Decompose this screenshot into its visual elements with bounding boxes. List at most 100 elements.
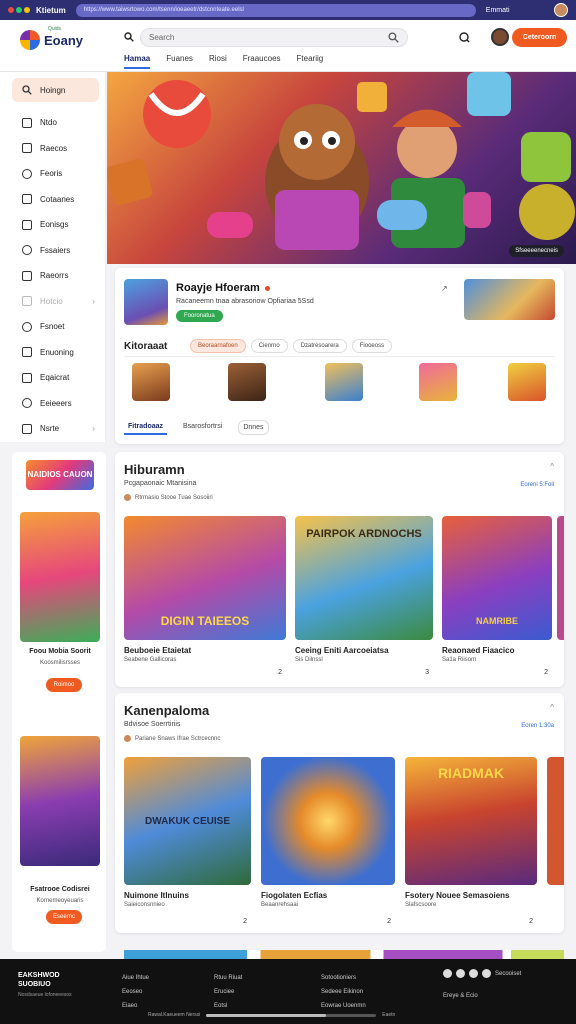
footer-column: Aiue Ihtue Eeoseo Eiaeo (122, 971, 149, 1013)
sidebar: Hoingn Ntdo Raecos Feoris Cotaanes Eonisgs Fs… (0, 72, 106, 442)
sidebar-item[interactable]: Raeorrs (0, 263, 105, 289)
section-title: Hiburamn (124, 462, 185, 477)
tab-1[interactable]: Fitradoaaz (124, 420, 168, 435)
sidebar-item[interactable]: Eonisgs (0, 212, 105, 238)
see-more-link[interactable]: Eoren 1:30a (521, 723, 554, 729)
game-cover (261, 757, 395, 885)
collapse-icon[interactable]: ^ (550, 462, 554, 471)
sidebar-item[interactable]: Enuoning (0, 340, 105, 366)
game-card[interactable]: DWAKUK CEUISE Nuimone Itlnuins Saieicons… (124, 757, 251, 925)
tab-3[interactable]: Dnnes (238, 420, 269, 435)
search-icon[interactable] (124, 32, 134, 42)
notification-icon[interactable] (458, 31, 470, 43)
user-avatar[interactable] (554, 3, 568, 17)
search-icon[interactable] (388, 32, 399, 43)
promo-button[interactable]: Roimoo (46, 678, 82, 692)
instagram-icon[interactable] (469, 969, 478, 978)
game-card-partial[interactable] (557, 516, 564, 640)
featured-tag[interactable]: Fooronatua (176, 310, 223, 322)
sidebar-item-home[interactable]: Hoingn (12, 78, 99, 102)
chip-4[interactable]: Fiooeoss (351, 339, 393, 353)
chip-3[interactable]: Dzatresoarera (292, 339, 347, 353)
game-count: 3 (425, 669, 429, 676)
tab-2[interactable]: Bsarosfortrsi (179, 420, 226, 435)
hero-illustration (107, 72, 575, 250)
footer-link[interactable]: Rtuu Riuat (214, 971, 242, 985)
horizontal-scrollbar[interactable] (206, 1013, 377, 1017)
footer-link[interactable]: Eotsl (214, 999, 242, 1013)
sidebar-item[interactable]: Fsnoet (0, 314, 105, 340)
promo-button[interactable]: Eseernc (46, 910, 82, 924)
hero-badge: Sfseeeenecneis (509, 245, 564, 257)
chevron-right-icon: › (92, 296, 95, 306)
game-card[interactable]: NAMRIBE Reaonaed Fiaacico Sa1a Riisorn 2 (442, 516, 552, 676)
author-avatar (124, 735, 131, 742)
footer-tagline: Nosdsaeue lofoneeesos (18, 992, 72, 998)
nav-tab-features[interactable]: Fraaucoes (243, 54, 281, 69)
hero-banner[interactable]: Sfseeeenecneis (107, 72, 576, 264)
promo-subtitle: Koosmilisrsses (39, 660, 80, 666)
featured-thumbnail[interactable] (124, 279, 168, 325)
sidebar-item[interactable]: Ntdo (0, 110, 105, 136)
app-logo (8, 7, 30, 13)
nav-tab-news[interactable]: Riosi (209, 54, 227, 69)
featured-banner-image[interactable] (464, 279, 555, 320)
sidebar-item[interactable]: Nsrte › (0, 416, 105, 442)
promo-card-image[interactable] (20, 512, 100, 642)
section-title: Kanenpaloma (124, 703, 210, 718)
sidebar-item[interactable]: Fssaiers (0, 238, 105, 264)
nav-tab-home[interactable]: Hamaa (124, 54, 151, 69)
social-label: Secooiset (495, 970, 522, 977)
chip-1[interactable]: Beoraarnafoen (190, 339, 246, 353)
sidebar-item[interactable]: Feoris (0, 161, 105, 187)
game-card-partial[interactable] (547, 757, 564, 885)
character-avatar[interactable] (228, 363, 266, 401)
star-icon (22, 398, 32, 409)
footer-link[interactable]: Eeoseo (122, 985, 149, 999)
footer-link[interactable]: Eiaeo (122, 999, 149, 1013)
search-input[interactable]: Search (140, 28, 408, 47)
twitter-icon[interactable] (456, 969, 465, 978)
see-more-link[interactable]: Eoreni 5:Foil (520, 482, 554, 488)
facebook-icon[interactable] (443, 969, 452, 978)
brand-logo[interactable]: Quids Eoany (20, 26, 83, 50)
collapse-icon[interactable]: ^ (550, 703, 554, 712)
sidebar-item[interactable]: Raecos (0, 136, 105, 162)
sidebar-item[interactable]: Eeieeers (0, 391, 105, 417)
footer-link[interactable]: Sedeee Eikinon (321, 985, 366, 999)
youtube-icon[interactable] (482, 969, 491, 978)
character-avatar[interactable] (132, 363, 170, 401)
footer-link[interactable]: Sotootioniers (321, 971, 366, 985)
footer-link[interactable]: Eruciee (214, 985, 242, 999)
cta-button[interactable]: Ceteroorn (512, 28, 567, 47)
sidebar-item[interactable]: Cotaanes (0, 187, 105, 213)
game-card[interactable]: DIGIN TAIEEOS Beuboeie Etaietat Seabene … (124, 516, 286, 676)
game-card[interactable]: RIADMAK Fsotery Nouee Semasoiens Slafscs… (405, 757, 537, 925)
promo-card-image[interactable] (20, 736, 100, 866)
brand-mark-icon (20, 30, 40, 50)
character-avatar[interactable] (325, 363, 363, 401)
sidebar-item[interactable]: Eqaicrat (0, 365, 105, 391)
sidebar-item-label: Hotcio (40, 296, 63, 306)
game-card[interactable]: PAIRPOK ARDNOCHS Ceeing Eniti Aarcoeiats… (295, 516, 433, 676)
game-card[interactable]: Fiogolaten Ecfias Beaanrehsaai 2 (261, 757, 395, 925)
url-bar[interactable]: https://www.taiwsrtowo.com/tsenn/ioeaeet… (75, 3, 476, 17)
footer-link[interactable]: Eowrae Uoenmn (321, 999, 366, 1013)
footer-link[interactable]: Aiue Ihtue (122, 971, 149, 985)
footer-bottom-link[interactable]: Eaetn (382, 1012, 395, 1018)
sidebar-item[interactable]: Hotcio › (0, 289, 105, 315)
share-icon[interactable]: ↗ (441, 284, 448, 293)
featured-title[interactable]: Roayje Hfoeram (176, 282, 270, 294)
character-avatar[interactable] (508, 363, 546, 401)
profile-avatar[interactable] (491, 28, 509, 46)
character-avatar[interactable] (419, 363, 457, 401)
footer-extra[interactable]: Ereye & Ecio (443, 993, 478, 999)
nav-tab-games[interactable]: Fuanes (166, 54, 193, 69)
chip-2[interactable]: Cienrno (250, 339, 288, 353)
promo-title: Fsatrooe Codisrei (30, 886, 90, 893)
footer-column: Rtuu Riuat Eruciee Eotsl (214, 971, 242, 1013)
sidebar-item-label: Nsrte (40, 424, 60, 434)
promo-logo[interactable]: NAIDIOS CAUON (26, 460, 94, 490)
nav-tab-trending[interactable]: Fteariig (297, 54, 324, 69)
bookmark-icon (22, 143, 32, 154)
